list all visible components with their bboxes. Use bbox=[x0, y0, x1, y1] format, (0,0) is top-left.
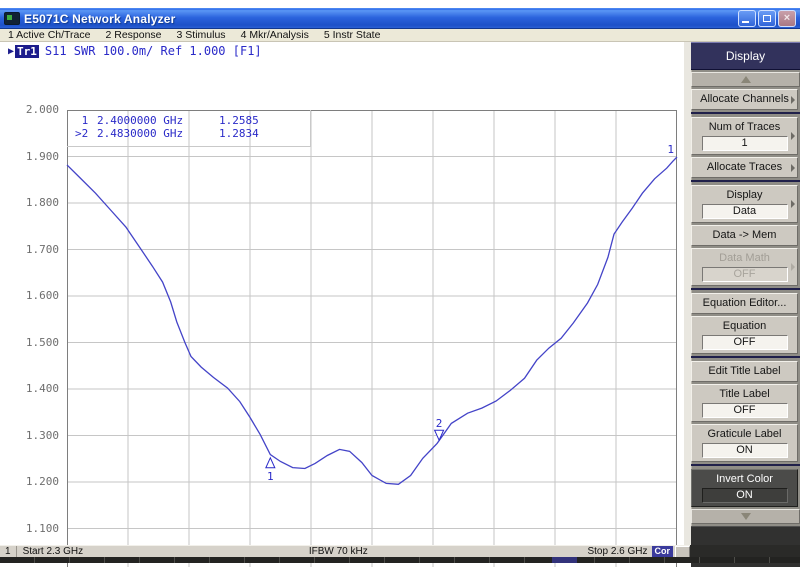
y-tick-label: 1.900 bbox=[19, 150, 59, 163]
resize-grip bbox=[675, 546, 690, 558]
y-tick-label: 1.500 bbox=[19, 336, 59, 349]
softkey-invert-color[interactable]: Invert Color ON bbox=[691, 469, 798, 507]
softkey-label: Edit Title Label bbox=[698, 365, 791, 378]
softkey-equation[interactable]: Equation OFF bbox=[691, 316, 798, 354]
softkey-scroll-down-button[interactable] bbox=[691, 509, 800, 524]
softkey-value: ON bbox=[702, 443, 788, 458]
menu-item-3-stimulus[interactable]: 3 Stimulus bbox=[177, 29, 226, 41]
softkey-menu-title: Display bbox=[691, 42, 800, 70]
window-titlebar: E5071C Network Analyzer × bbox=[0, 8, 800, 29]
chevron-right-icon bbox=[791, 263, 795, 271]
softkey-edit-title-label[interactable]: Edit Title Label bbox=[691, 361, 798, 382]
bottom-strip-segment bbox=[552, 557, 577, 563]
softkey-value: ON bbox=[702, 488, 788, 503]
marker-readout: 1 2.4000000 GHz 1.2585 >2 2.4830000 GHz … bbox=[67, 110, 311, 147]
y-tick-label: 1.400 bbox=[19, 382, 59, 395]
close-button[interactable]: × bbox=[778, 10, 796, 27]
softkey-group-separator bbox=[691, 356, 800, 358]
softkey-label: Data Math bbox=[698, 252, 791, 265]
plot-svg: 1 2 1 bbox=[67, 110, 677, 567]
restore-icon bbox=[763, 15, 771, 22]
menu-bar: 1 Active Ch/Trace 2 Response 3 Stimulus 4 M… bbox=[0, 29, 800, 42]
status-bar: 1 Start 2.3 GHz IFBW 70 kHz Stop 2.6 GHz… bbox=[0, 545, 690, 557]
softkey-label: Allocate Channels bbox=[698, 93, 791, 106]
softkey-group-separator bbox=[691, 288, 800, 290]
marker-1-icon bbox=[266, 458, 275, 468]
trace-number-label: 1 bbox=[667, 143, 674, 156]
close-icon: × bbox=[779, 11, 795, 26]
active-trace-pointer-icon: ▶ bbox=[8, 46, 14, 57]
sidebar-buttons: Allocate Channels Num of Traces 1 Allocate … bbox=[691, 89, 800, 507]
marker-readout-row: 1 2.4000000 GHz 1.2585 bbox=[75, 114, 310, 127]
softkey-label: Num of Traces bbox=[698, 121, 791, 134]
softkey-sidebar: Display Allocate ChannelsNum of Traces1A… bbox=[684, 42, 800, 545]
start-frequency: Start 2.3 GHz bbox=[17, 546, 90, 557]
correction-status-badge: Cor bbox=[652, 546, 674, 557]
y-tick-label: 1.700 bbox=[19, 243, 59, 256]
chevron-right-icon bbox=[791, 164, 795, 172]
y-tick-label: 2.000 bbox=[19, 103, 59, 116]
softkey-group-separator bbox=[691, 112, 800, 114]
y-tick-label: 1.300 bbox=[19, 429, 59, 442]
chevron-up-icon bbox=[741, 76, 751, 83]
softkey-label: Display bbox=[698, 189, 791, 202]
minimize-button[interactable] bbox=[738, 10, 756, 27]
softkey-label: Invert Color bbox=[698, 473, 791, 486]
menu-item-1-active-ch-trace[interactable]: 1 Active Ch/Trace bbox=[8, 29, 90, 41]
chevron-down-icon bbox=[741, 513, 751, 520]
trace-description: S11 SWR 100.0m/ Ref 1.000 [F1] bbox=[45, 44, 262, 58]
marker-1-label: 1 bbox=[267, 470, 274, 483]
restore-button[interactable] bbox=[758, 10, 776, 27]
trace-status-bar[interactable]: ▶ Tr1 S11 SWR 100.0m/ Ref 1.000 [F1] bbox=[8, 44, 262, 58]
softkey-graticule-label[interactable]: Graticule Label ON bbox=[691, 424, 798, 462]
softkey-allocate-channels[interactable]: Allocate Channels bbox=[691, 89, 798, 110]
trace-label-chip: Tr1 bbox=[15, 45, 39, 58]
softkey-value: OFF bbox=[702, 335, 788, 350]
marker-2-label: 2 bbox=[436, 417, 443, 430]
chevron-right-icon bbox=[791, 132, 795, 140]
softkey-scroll-up-button[interactable] bbox=[691, 72, 800, 87]
softkey-label: Allocate Traces bbox=[698, 161, 791, 174]
softkey-group-separator bbox=[691, 180, 800, 182]
y-tick-label: 1.200 bbox=[19, 475, 59, 488]
softkey-label: Graticule Label bbox=[698, 428, 791, 441]
menu-item-4-mkr-analysis[interactable]: 4 Mkr/Analysis bbox=[241, 29, 309, 41]
softkey-label: Equation bbox=[698, 320, 791, 333]
status-bar-dark-filler bbox=[690, 545, 800, 557]
softkey-title-label[interactable]: Title Label OFF bbox=[691, 384, 798, 422]
y-tick-label: 1.800 bbox=[19, 196, 59, 209]
softkey-num-of-traces[interactable]: Num of Traces 1 bbox=[691, 117, 798, 155]
window-title: E5071C Network Analyzer bbox=[24, 12, 738, 26]
app-icon bbox=[4, 12, 20, 25]
softkey-value: OFF bbox=[702, 403, 788, 418]
chevron-right-icon bbox=[791, 200, 795, 208]
softkey-data-math: Data Math OFF bbox=[691, 248, 798, 286]
softkey-display[interactable]: Display Data bbox=[691, 185, 798, 223]
ifbw-value: IFBW 70 kHz bbox=[89, 546, 587, 557]
softkey-group-separator bbox=[691, 464, 800, 466]
chevron-right-icon bbox=[791, 96, 795, 104]
minimize-icon bbox=[742, 21, 749, 23]
softkey-value: OFF bbox=[702, 267, 788, 282]
softkey-label: Title Label bbox=[698, 388, 791, 401]
softkey-equation-editor[interactable]: Equation Editor... bbox=[691, 293, 798, 314]
measurement-screen: ▶ Tr1 S11 SWR 100.0m/ Ref 1.000 [F1] 2.0… bbox=[0, 42, 684, 545]
softkey-value: Data bbox=[702, 204, 788, 219]
softkey-label: Equation Editor... bbox=[698, 297, 791, 310]
softkey-allocate-traces[interactable]: Allocate Traces bbox=[691, 157, 798, 178]
bottom-key-strip bbox=[0, 557, 800, 563]
y-tick-label: 1.100 bbox=[19, 522, 59, 535]
softkey-label: Data -> Mem bbox=[698, 229, 791, 242]
network-analyzer-screen: E5071C Network Analyzer × 1 Active Ch/Tr… bbox=[0, 0, 800, 567]
softkey-value: 1 bbox=[702, 136, 788, 151]
marker-readout-row: >2 2.4830000 GHz 1.2834 bbox=[75, 127, 310, 140]
menu-item-5-instr-state[interactable]: 5 Instr State bbox=[324, 29, 381, 41]
softkey-data-mem[interactable]: Data -> Mem bbox=[691, 225, 798, 246]
channel-indicator: 1 bbox=[0, 546, 17, 557]
stop-frequency: Stop 2.6 GHz bbox=[587, 546, 651, 557]
menu-item-2-response[interactable]: 2 Response bbox=[105, 29, 161, 41]
y-tick-label: 1.600 bbox=[19, 289, 59, 302]
